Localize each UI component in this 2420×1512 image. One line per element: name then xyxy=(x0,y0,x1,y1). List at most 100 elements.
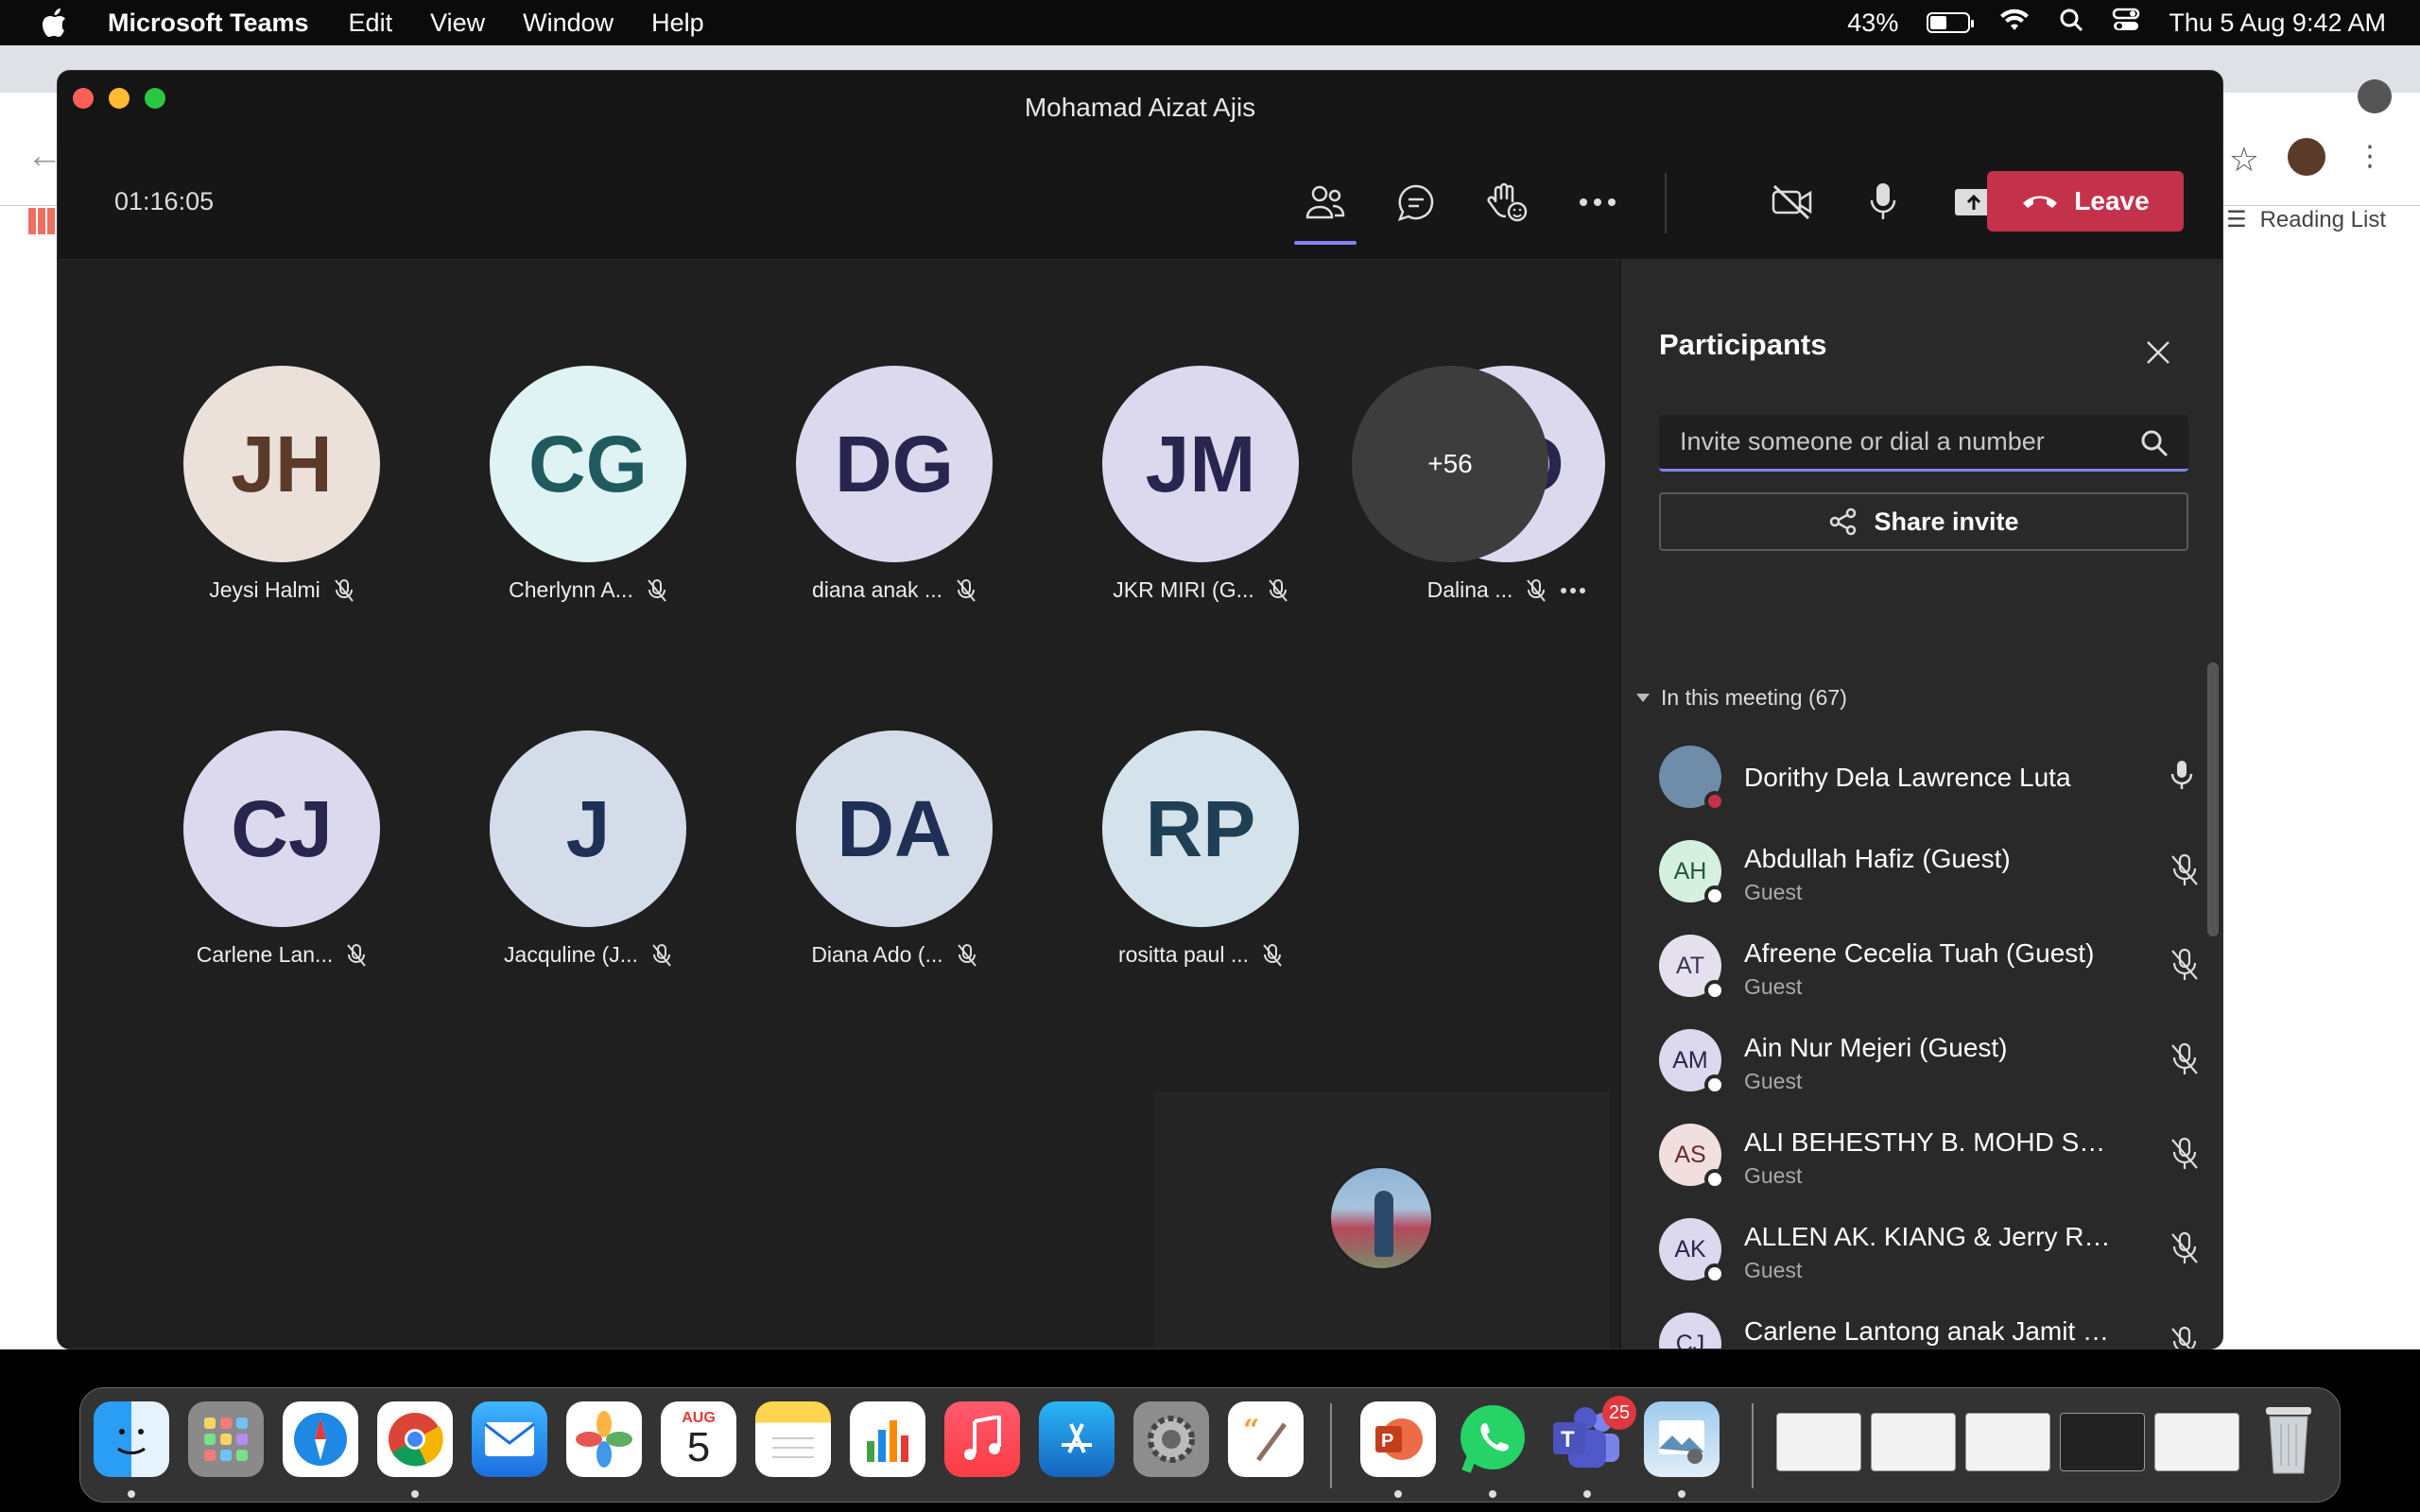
dock-music-icon[interactable] xyxy=(944,1401,1020,1477)
window-close-button[interactable] xyxy=(73,88,94,109)
dock-photos-icon[interactable] xyxy=(566,1401,642,1477)
dock-numbers-icon[interactable] xyxy=(850,1401,925,1477)
menubar-clock[interactable]: Thu 5 Aug 9:42 AM xyxy=(2169,9,2386,38)
reading-list-icon: ☰ xyxy=(2226,207,2247,232)
muted-mic-icon xyxy=(1527,578,1547,602)
dock-chrome-icon[interactable] xyxy=(377,1401,453,1477)
participant-video-tile[interactable]: CG Cherlynn A... xyxy=(479,366,697,603)
menu-help[interactable]: Help xyxy=(651,9,704,38)
dock-safari-icon[interactable] xyxy=(283,1401,358,1477)
dock-powerpoint-icon[interactable]: P xyxy=(1360,1401,1436,1477)
dock-minimized-window[interactable] xyxy=(1871,1413,1956,1471)
participant-list-item[interactable]: Dorithy Dela Lawrence Luta xyxy=(1621,732,2207,827)
microphone-toggle-button[interactable] xyxy=(1852,171,1914,233)
reading-list-button[interactable]: ☰ Reading List xyxy=(2226,206,2386,233)
participant-list-item[interactable]: AH Abdullah Hafiz (Guest) Guest xyxy=(1621,827,2207,921)
participant-list-scrollbar[interactable] xyxy=(2207,662,2219,936)
browser-apps-icon[interactable] xyxy=(28,208,55,234)
participant-list-avatar: AM xyxy=(1659,1029,1725,1095)
muted-mic-icon xyxy=(652,943,671,967)
dock-minimized-window[interactable] xyxy=(2060,1413,2145,1471)
battery-icon[interactable] xyxy=(1927,12,1975,33)
participant-list-item[interactable]: CJCarlene Lantong anak Jamit (...Guest xyxy=(1621,1299,2207,1349)
dock-calendar-icon[interactable]: AUG 5 xyxy=(661,1401,736,1477)
dock-trash-icon[interactable] xyxy=(2251,1401,2326,1477)
teams-notification-badge: 25 xyxy=(1602,1396,1636,1430)
dock-running-indicator xyxy=(1678,1490,1685,1498)
browser-menu-icon[interactable]: ⋮ xyxy=(2356,140,2384,173)
apple-menu-icon[interactable] xyxy=(40,7,78,39)
in-meeting-section-toggle[interactable]: In this meeting (67) xyxy=(1636,685,1847,711)
dock-minimized-window[interactable] xyxy=(2154,1413,2239,1471)
participant-name-row: Dalina ... xyxy=(1398,577,1616,603)
camera-toggle-button[interactable] xyxy=(1761,171,1824,233)
participant-video-tile[interactable]: RP rositta paul ... xyxy=(1092,730,1309,968)
muted-mic-icon xyxy=(648,578,666,602)
participant-list-name: Afreene Cecelia Tuah (Guest) xyxy=(1744,938,2095,968)
bookmark-star-icon[interactable]: ☆ xyxy=(2229,140,2259,180)
dock-finder-icon[interactable] xyxy=(94,1401,169,1477)
participant-list-role: Guest xyxy=(1744,880,1803,904)
window-minimize-button[interactable] xyxy=(109,88,130,109)
show-participants-button[interactable] xyxy=(1294,171,1357,245)
participant-video-tile[interactable]: DG diana anak ... xyxy=(786,366,1003,603)
participant-list-item[interactable]: AS ALI BEHESTHY B. MOHD SUP... Guest xyxy=(1621,1110,2207,1205)
panel-title: Participants xyxy=(1659,328,1827,361)
window-zoom-button[interactable] xyxy=(145,88,165,109)
dock-whatsapp-icon[interactable] xyxy=(1455,1401,1530,1477)
participant-video-tile[interactable]: CJ Carlene Lan... xyxy=(173,730,390,968)
dock-mail-icon[interactable] xyxy=(472,1401,547,1477)
dock-teams-icon[interactable]: T 25 xyxy=(1549,1396,1636,1477)
participant-list: Dorithy Dela Lawrence Luta AH Abdullah Haf… xyxy=(1621,732,2207,1349)
wifi-icon[interactable] xyxy=(1998,8,2031,39)
share-invite-label: Share invite xyxy=(1874,507,2019,536)
tile-more-options-icon[interactable] xyxy=(1560,587,1586,594)
spotlight-search-icon[interactable] xyxy=(2059,8,2083,39)
dock-app-store-icon[interactable] xyxy=(1039,1401,1115,1477)
participant-name: Diana Ado (... xyxy=(811,942,943,967)
participant-list-item[interactable]: AT Afreene Cecelia Tuah (Guest) Guest xyxy=(1621,921,2207,1016)
share-invite-button[interactable]: Share invite xyxy=(1659,492,2188,551)
participant-list-item[interactable]: AK ALLEN AK. KIANG & Jerry Ro... Guest xyxy=(1621,1205,2207,1299)
participant-video-tile[interactable]: JH Jeysi Halmi xyxy=(173,366,390,603)
participant-avatar: DA xyxy=(796,730,993,927)
svg-text:“: “ xyxy=(1243,1414,1259,1447)
browser-profile-avatar[interactable] xyxy=(2288,138,2325,176)
show-conversation-button[interactable] xyxy=(1385,171,1447,233)
more-participants-count: +56 xyxy=(1352,366,1548,562)
participant-list-item[interactable]: AM Ain Nur Mejeri (Guest) Guest xyxy=(1621,1016,2207,1110)
dock-system-preferences-icon[interactable] xyxy=(1133,1401,1209,1477)
dock-preview-icon[interactable] xyxy=(1644,1401,1720,1477)
app-menu-name[interactable]: Microsoft Teams xyxy=(108,9,309,38)
meeting-stage: JH Jeysi Halmi CG Cherlynn A... DG diana anak… xyxy=(58,260,1619,1349)
dock-minimized-window[interactable] xyxy=(1776,1413,1861,1471)
participant-video-tile[interactable]: J Jacquline (J... xyxy=(479,730,697,968)
leave-call-button[interactable]: Leave xyxy=(1987,171,2184,232)
muted-mic-icon xyxy=(2169,853,2200,892)
participant-name-row: Carlene Lan... xyxy=(173,942,390,968)
participant-list-name: Carlene Lantong anak Jamit (... xyxy=(1744,1316,2113,1346)
browser-tab-search-icon[interactable] xyxy=(2358,79,2392,113)
menu-window[interactable]: Window xyxy=(523,9,614,38)
participant-list-avatar: AK xyxy=(1659,1218,1725,1284)
dock-minimized-window[interactable] xyxy=(1965,1413,2050,1471)
more-actions-button[interactable] xyxy=(1566,171,1629,233)
close-panel-button[interactable] xyxy=(2139,334,2177,371)
raise-hand-react-button[interactable] xyxy=(1476,171,1538,233)
menu-edit[interactable]: Edit xyxy=(349,9,393,38)
participant-video-tile[interactable]: DA Diana Ado (... xyxy=(786,730,1003,968)
window-titlebar: Mohamad Aizat Ajis xyxy=(58,71,2222,145)
dock-notes-icon[interactable] xyxy=(755,1401,831,1477)
search-icon[interactable] xyxy=(2139,428,2169,463)
more-participants-tile[interactable]: +56 xyxy=(1341,366,1559,562)
self-view-tile[interactable] xyxy=(1154,1091,1610,1349)
participant-list-name: Ain Nur Mejeri (Guest) xyxy=(1744,1033,2008,1062)
invite-search-input[interactable] xyxy=(1659,415,2188,472)
dock-running-indicator xyxy=(1583,1490,1591,1498)
control-center-icon[interactable] xyxy=(2112,8,2140,39)
menu-view[interactable]: View xyxy=(430,9,485,38)
dock-launchpad-icon[interactable] xyxy=(188,1401,264,1477)
dock-textedit-icon[interactable]: “ xyxy=(1228,1401,1304,1477)
participant-avatar: CG xyxy=(490,366,686,562)
participant-video-tile[interactable]: JM JKR MIRI (G... xyxy=(1092,366,1309,603)
